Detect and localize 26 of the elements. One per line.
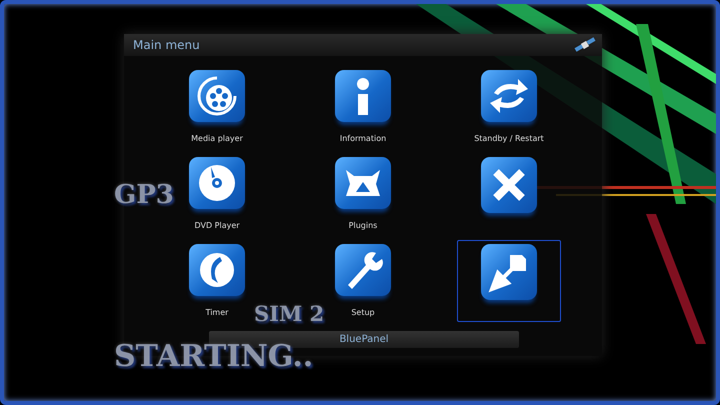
menu-item-label: Setup <box>351 307 375 319</box>
menu-item-label: Standby / Restart <box>474 133 544 145</box>
menu-item[interactable]: Setup <box>334 240 392 320</box>
clock-icon <box>189 244 245 296</box>
satellite-icon <box>574 36 596 54</box>
menu-item-label: Information <box>340 133 386 145</box>
close-icon <box>481 157 537 213</box>
menu-item[interactable]: Media player <box>188 66 246 146</box>
overlay-caption: GP3 <box>114 179 174 212</box>
overlay-caption: SIM 2 <box>254 300 324 328</box>
plugin-icon <box>335 157 391 209</box>
menu-item-label: Plugins <box>348 220 378 232</box>
film-reel-icon <box>189 70 245 122</box>
refresh-icon <box>481 70 537 122</box>
menu-item-label: Timer <box>206 307 228 319</box>
wrench-icon <box>335 244 391 296</box>
menu-item[interactable]: Plugins <box>334 153 392 233</box>
window-title: Main menu <box>133 37 200 54</box>
menu-item-label: DVD Player <box>194 220 240 232</box>
menu-item[interactable]: Information <box>334 66 392 146</box>
menu-item[interactable] <box>457 240 561 322</box>
menu-item-label: Media player <box>191 133 243 145</box>
menu-item[interactable]: Timer <box>188 240 246 320</box>
menu-item[interactable]: Standby / Restart <box>473 66 545 146</box>
menu-item[interactable]: DVD Player <box>188 153 246 233</box>
info-icon <box>335 70 391 122</box>
